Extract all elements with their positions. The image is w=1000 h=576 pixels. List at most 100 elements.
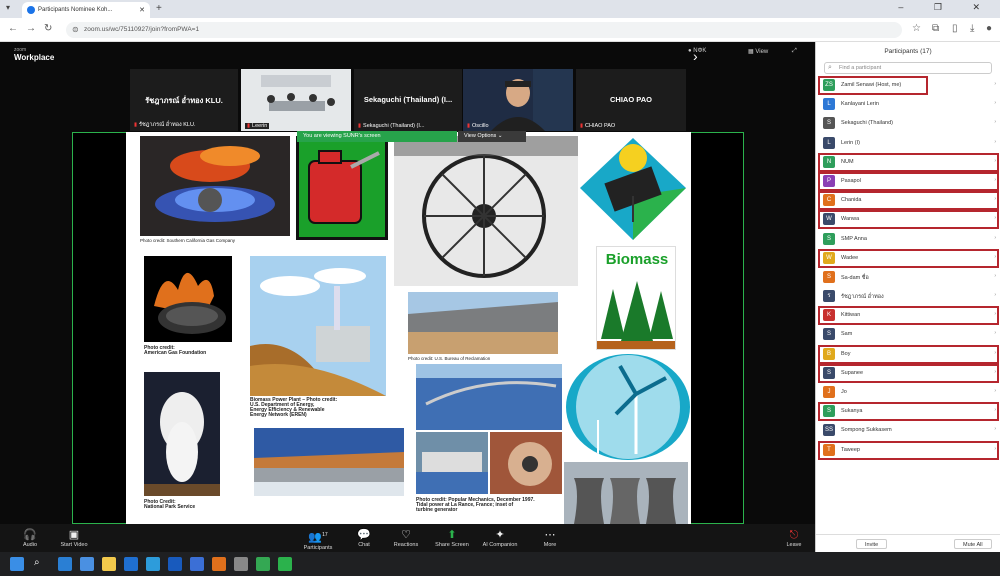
participant-row[interactable]: P Pasapol › <box>816 171 1000 191</box>
address-bar[interactable]: ⊜ zoom.us/wc/75110927/join?fromPWA=1 <box>66 22 902 38</box>
participant-name: Sam <box>841 331 853 338</box>
view-button[interactable]: ▦ View <box>748 48 768 55</box>
chevron-right-icon[interactable]: › <box>994 426 996 432</box>
chrome-icon[interactable] <box>256 557 270 571</box>
participant-row[interactable]: ร รัชฎาภรณ์ อ่ำทอง › <box>816 287 1000 306</box>
video-tile[interactable]: ▮ Leerin <box>241 69 351 131</box>
avatar: J <box>823 386 835 398</box>
word-icon[interactable] <box>168 557 182 571</box>
browser-tab-bar: ▾ Participants Nominee Koh... ✕ + – ❐ ✕ <box>0 0 1000 18</box>
app4-icon[interactable] <box>234 557 248 571</box>
edge-icon[interactable] <box>58 557 72 571</box>
search-taskbar-icon[interactable]: ⌕ <box>34 557 48 571</box>
participant-row[interactable]: W Wadee › <box>816 248 1000 268</box>
participant-row[interactable]: T Taweep › <box>816 440 1000 460</box>
highlight-box <box>818 344 999 364</box>
caption-tidal: Photo credit: Popular Mechanics, Decembe… <box>416 497 535 513</box>
chevron-right-icon[interactable]: › <box>994 235 996 241</box>
coal-fire-image <box>144 256 232 342</box>
chevron-right-icon[interactable]: › <box>994 119 996 125</box>
reload-icon[interactable]: ↻ <box>44 23 52 34</box>
bookmark-star-icon[interactable]: ☆ <box>912 23 921 34</box>
participant-search-input[interactable]: ⌕ Find a participant <box>824 62 992 74</box>
highlight-box <box>818 191 999 211</box>
avatar: S <box>823 117 835 130</box>
url-text: zoom.us/wc/75110927/join?fromPWA=1 <box>84 26 200 33</box>
participant-row[interactable]: N NUM › <box>816 152 1000 172</box>
participant-row[interactable]: W Wanwa › <box>816 210 1000 230</box>
app2-icon[interactable] <box>190 557 204 571</box>
participant-row[interactable]: L Kanlayani Lerin › <box>816 95 1000 114</box>
share-status-banner: You are viewing SUNR's screen <box>297 131 457 142</box>
back-icon[interactable]: ← <box>8 23 18 34</box>
close-tab-icon[interactable]: ✕ <box>139 6 145 14</box>
profile-icon[interactable]: ● <box>986 23 992 34</box>
participant-list: ZS Zamil Senawi (Host, me) › L Kanlayani Ler… <box>816 76 1000 460</box>
extensions-icon[interactable]: ⧉ <box>932 23 939 34</box>
browser-tab[interactable]: Participants Nominee Koh... ✕ <box>22 2 150 18</box>
tidal-station-image <box>416 432 488 494</box>
invite-button[interactable]: Invite <box>856 539 888 549</box>
windows-start-icon[interactable] <box>10 557 24 571</box>
new-tab-button[interactable]: + <box>156 3 162 14</box>
participant-row[interactable]: S Sa-dam ชื่อ › <box>816 268 1000 287</box>
download-icon[interactable]: ⤓ <box>970 23 974 34</box>
video-tile[interactable]: ▮ Oscillo <box>463 69 573 131</box>
app3-icon[interactable] <box>212 557 226 571</box>
participant-row[interactable]: S Sam › <box>816 325 1000 344</box>
chevron-right-icon[interactable]: › <box>994 330 996 336</box>
view-options-button[interactable]: View Options ⌄ <box>458 131 526 142</box>
store-icon[interactable] <box>80 557 94 571</box>
participant-name: Lerin (I) <box>841 139 860 146</box>
highlight-box <box>818 171 999 191</box>
avatar: S <box>823 270 835 283</box>
participant-row[interactable]: K Kittiwan › <box>816 306 1000 326</box>
participant-row[interactable]: S SMP Anna › <box>816 230 1000 249</box>
chevron-right-icon[interactable]: › <box>994 388 996 394</box>
chevron-right-icon[interactable]: › <box>994 81 996 87</box>
participant-row[interactable]: C Chanida › <box>816 191 1000 211</box>
participants-panel: Participants (17) ⌕ Find a participant Z… <box>815 42 1000 552</box>
participant-name: รัชฎาภรณ์ อ่ำทอง <box>841 294 884 301</box>
highlight-box <box>818 402 999 422</box>
participant-name: Sekaguchi (Thailand) <box>841 120 893 127</box>
windows-taskbar: ⌕ <box>0 552 1000 576</box>
participant-row[interactable]: S Supanee › <box>816 363 1000 383</box>
window-controls[interactable]: – ❐ ✕ <box>898 2 994 13</box>
participant-row[interactable]: S Sekaguchi (Thailand) › <box>816 114 1000 133</box>
participant-row[interactable]: ZS Zamil Senawi (Host, me) › <box>816 76 1000 95</box>
avatar: L <box>823 98 835 111</box>
tab-search-icon[interactable]: ▾ <box>6 3 10 12</box>
chevron-right-icon[interactable]: › <box>994 273 996 279</box>
line-icon[interactable] <box>278 557 292 571</box>
chevron-right-icon[interactable]: › <box>994 292 996 298</box>
tile-label: ▮ Sekaguchi (Thailand) (I... <box>358 123 425 129</box>
mute-all-button[interactable]: Mute All <box>954 539 992 549</box>
highlight-box <box>818 248 999 268</box>
video-tile[interactable]: รัชฎาภรณ์ อ่ำทอง KLU. ▮ รัชฎาภรณ์ อ่ำทอง … <box>130 69 238 131</box>
video-tile[interactable]: CHIAO PAO ▮ CHIAO PAO <box>576 69 686 131</box>
video-tile[interactable]: Sekaguchi (Thailand) (I... ▮ Sekaguchi (T… <box>354 69 462 131</box>
forward-icon[interactable]: → <box>26 23 36 34</box>
highlight-box <box>818 363 999 383</box>
site-info-icon[interactable]: ⊜ <box>72 25 79 34</box>
caption-coal: Photo credit: American Gas Foundation <box>144 345 207 356</box>
participant-row[interactable]: L Lerin (I) › <box>816 134 1000 153</box>
fullscreen-icon[interactable]: ⤢ <box>792 48 797 55</box>
more-dots-icon: ⋯ <box>544 529 556 541</box>
file-explorer-icon[interactable] <box>102 557 116 571</box>
participant-row[interactable]: J Jo › <box>816 383 1000 402</box>
sidebar-icon[interactable]: ▯ <box>952 23 958 34</box>
hydro-dam-image <box>254 428 404 496</box>
participant-row[interactable]: B Boy › <box>816 344 1000 364</box>
participant-name: Sompong Sukkasem <box>841 427 892 434</box>
chevron-right-icon[interactable]: › <box>994 100 996 106</box>
chevron-right-icon[interactable]: › <box>994 139 996 145</box>
next-tiles-chevron-icon[interactable]: › <box>693 48 698 64</box>
outlook-icon[interactable] <box>124 557 138 571</box>
muted-mic-icon: ▮ <box>247 123 251 129</box>
participant-row[interactable]: S Sukanya › <box>816 402 1000 422</box>
participant-row[interactable]: SS Sompong Sukkasem › <box>816 421 1000 440</box>
participant-name: SMP Anna <box>841 235 867 242</box>
app-icon[interactable] <box>146 557 160 571</box>
